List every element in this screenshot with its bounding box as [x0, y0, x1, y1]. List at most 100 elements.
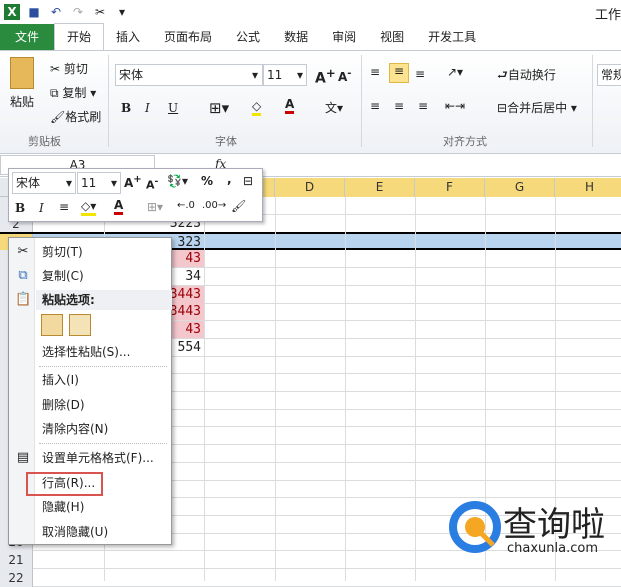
- menu-item-delete[interactable]: 删除(D): [42, 395, 85, 415]
- tab-review[interactable]: 审阅: [320, 24, 368, 50]
- window-title: 工作: [594, 8, 621, 23]
- font-name-select[interactable]: 宋体 ▾: [115, 64, 263, 86]
- comma-button[interactable]: ,: [227, 172, 232, 186]
- menu-item-cut[interactable]: 剪切(T): [42, 242, 83, 262]
- context-menu: ✂ 剪切(T) ⧉ 复制(C) 📋 粘贴选项: 选择性粘贴(S)... 插入(I…: [8, 237, 172, 545]
- menu-item-unhide[interactable]: 取消隐藏(U): [42, 522, 108, 542]
- clipboard-group-label: 剪贴板: [28, 135, 61, 148]
- align-left-icon[interactable]: ≡: [370, 99, 380, 113]
- scissors-icon: ✂: [17, 244, 29, 259]
- tab-file[interactable]: 文件: [0, 24, 54, 50]
- shrink-font-icon[interactable]: A-: [146, 176, 158, 192]
- row-header[interactable]: 22: [0, 568, 33, 587]
- column-header-g[interactable]: G: [485, 178, 555, 197]
- tab-insert[interactable]: 插入: [104, 24, 152, 50]
- number-format-select[interactable]: 常规: [597, 64, 621, 86]
- increase-decimal-icon[interactable]: ←.0: [177, 200, 195, 211]
- row-header[interactable]: 21: [0, 551, 33, 569]
- paste-button[interactable]: 粘贴: [10, 93, 34, 110]
- bold-button[interactable]: B: [121, 101, 131, 115]
- tab-page-layout[interactable]: 页面布局: [152, 24, 224, 50]
- tab-data[interactable]: 数据: [272, 24, 320, 50]
- italic-icon[interactable]: I: [39, 201, 44, 215]
- quick-access-toolbar: X ■ ↶ ↷ ✂ ▾: [0, 0, 621, 24]
- decrease-decimal-icon[interactable]: .00→: [202, 200, 226, 211]
- copy-button[interactable]: ⧉ 复制 ▾: [50, 84, 96, 101]
- cell-b[interactable]: [104, 569, 204, 586]
- font-color-button[interactable]: A: [285, 97, 295, 114]
- wrap-text-button[interactable]: ⮐自动换行: [497, 66, 556, 87]
- align-center-icon[interactable]: ≡: [394, 99, 404, 113]
- paste-icon[interactable]: [10, 57, 34, 89]
- merge-icon: ⊟: [497, 101, 508, 115]
- tab-view[interactable]: 视图: [368, 24, 416, 50]
- logo-domain: chaxunla.com: [507, 541, 598, 556]
- menu-item-paste-special[interactable]: 选择性粘贴(S)...: [42, 342, 130, 362]
- font-color-icon[interactable]: A: [114, 198, 124, 215]
- customize-icon[interactable]: ▾: [114, 4, 130, 20]
- ribbon-tabs: 文件 开始 插入 页面布局 公式 数据 审阅 视图 开发工具: [0, 23, 621, 51]
- chevron-down-icon: ▾: [251, 68, 258, 82]
- grow-font-icon[interactable]: A+: [124, 174, 142, 190]
- save-icon[interactable]: ■: [26, 4, 42, 20]
- align-middle-icon[interactable]: ≡: [389, 63, 409, 83]
- fill-color-icon[interactable]: ◇: [252, 99, 262, 116]
- menu-item-copy[interactable]: 复制(C): [42, 266, 84, 286]
- column-header-e[interactable]: E: [345, 178, 415, 197]
- font-group-label: 字体: [215, 135, 237, 148]
- format-painter-button[interactable]: 🖌格式刷: [50, 108, 101, 125]
- tab-formulas[interactable]: 公式: [224, 24, 272, 50]
- alignment-group-label: 对齐方式: [443, 135, 487, 148]
- copy-icon: ⧉: [18, 268, 28, 283]
- paste-options-header: 粘贴选项:: [36, 290, 172, 310]
- gridline: [345, 197, 346, 581]
- mini-font-select[interactable]: 宋体 ▾: [12, 172, 76, 194]
- cell-b[interactable]: [104, 551, 204, 568]
- italic-button[interactable]: I: [145, 101, 150, 115]
- column-header-f[interactable]: F: [415, 178, 485, 197]
- cut-button[interactable]: ✂ 剪切: [50, 60, 88, 77]
- borders-icon[interactable]: ⊞▾: [209, 99, 229, 117]
- merge-icon[interactable]: ⊟: [243, 174, 253, 188]
- align-bottom-icon[interactable]: ≡: [415, 67, 425, 81]
- watermark-logo: 查询啦 chaxunla.com: [447, 497, 617, 559]
- undo-icon[interactable]: ↶: [48, 4, 64, 20]
- menu-item-hide[interactable]: 隐藏(H): [42, 497, 84, 517]
- tab-home[interactable]: 开始: [54, 23, 105, 50]
- decrease-indent-icon[interactable]: ⇤⇥: [445, 99, 465, 113]
- logo-name: 查询啦: [503, 505, 605, 545]
- percent-button[interactable]: %: [201, 174, 213, 188]
- shrink-font-icon[interactable]: A-: [338, 68, 351, 84]
- underline-button[interactable]: U: [168, 101, 178, 115]
- scissors-icon: ✂: [50, 62, 61, 76]
- redo-icon[interactable]: ↷: [70, 4, 86, 20]
- grow-font-icon[interactable]: A+: [315, 66, 336, 87]
- menu-item-insert[interactable]: 插入(I): [42, 370, 79, 390]
- column-header-d[interactable]: D: [275, 178, 345, 197]
- phonetic-icon[interactable]: 文▾: [325, 99, 343, 116]
- tools-icon[interactable]: ✂: [92, 4, 108, 20]
- tab-developer[interactable]: 开发工具: [416, 24, 488, 50]
- align-top-icon[interactable]: ≡: [370, 65, 380, 79]
- orientation-icon[interactable]: ↗▾: [447, 65, 463, 79]
- paste-format-icon[interactable]: [41, 314, 63, 336]
- merge-center-button[interactable]: ⊟合并后居中 ▾: [497, 99, 577, 116]
- column-header-h[interactable]: H: [555, 178, 621, 197]
- mini-size-select[interactable]: 11 ▾: [77, 172, 121, 194]
- wrap-icon: ⮐: [497, 68, 508, 82]
- font-size-select[interactable]: 11 ▾: [263, 64, 307, 86]
- logo-q-icon: [449, 501, 501, 553]
- paste-values-icon[interactable]: [69, 314, 91, 336]
- align-right-icon[interactable]: ≡: [418, 99, 428, 113]
- copy-icon: ⧉: [50, 86, 59, 100]
- gridline: [204, 197, 205, 581]
- bold-icon[interactable]: B: [15, 201, 25, 215]
- accounting-format-icon[interactable]: 💱▾: [167, 174, 188, 188]
- gridline: [275, 197, 276, 581]
- borders-icon[interactable]: ⊞▾: [147, 200, 163, 214]
- menu-item-format-cells[interactable]: 设置单元格格式(F)...: [42, 448, 154, 468]
- center-icon[interactable]: ≡: [59, 200, 69, 214]
- brush-icon[interactable]: 🖌: [231, 199, 246, 213]
- fill-color-icon[interactable]: ◇▾: [81, 199, 97, 216]
- menu-item-clear-contents[interactable]: 清除内容(N): [42, 419, 108, 439]
